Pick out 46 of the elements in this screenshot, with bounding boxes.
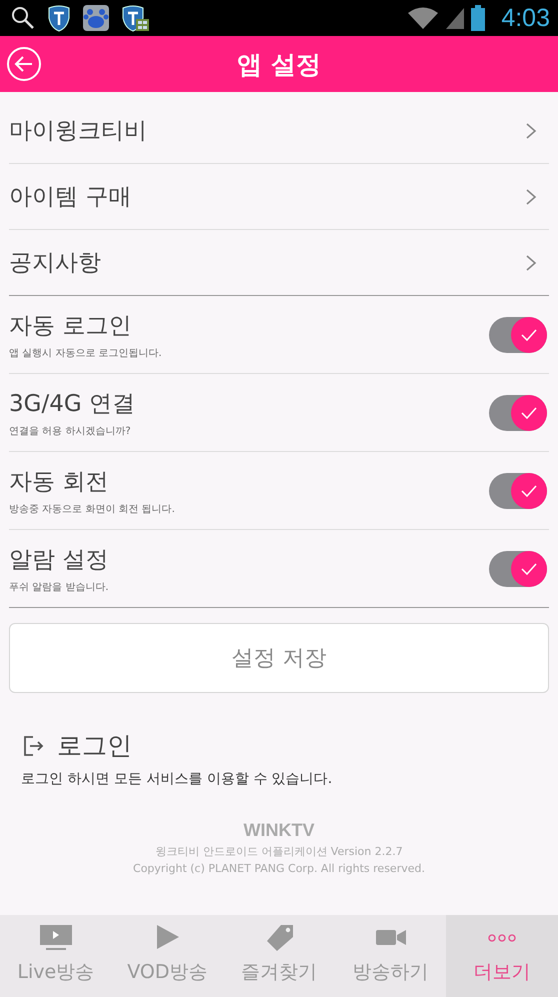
nav-tab[interactable]: Live방송 — [0, 915, 112, 997]
page-title: 앱 설정 — [236, 48, 322, 80]
nav-tab[interactable]: 방송하기 — [334, 915, 446, 997]
toggle-switch[interactable] — [489, 394, 547, 430]
brand-logo: WINKTV — [244, 820, 314, 841]
menu-item[interactable]: 공지사항 — [9, 230, 549, 295]
setting-description: 푸쉬 알람을 받습니다. — [9, 580, 109, 594]
setting-description: 앱 실행시 자동으로 로그인됩니다. — [9, 346, 162, 360]
setting-description: 연결을 허용 하시겠습니까? — [9, 424, 132, 438]
copyright-text: Copyright (c) PLANET PANG Corp. All rights reserved. — [133, 862, 425, 875]
check-icon — [520, 484, 538, 498]
save-button[interactable]: 설정 저장 — [9, 623, 549, 693]
check-icon — [520, 562, 538, 576]
check-icon — [520, 406, 538, 420]
chevron-right-icon — [525, 122, 537, 140]
version-text: 윙크티비 안드로이드 어플리케이션 Version 2.2.7 — [155, 844, 403, 859]
battery-icon — [471, 5, 486, 31]
setting-label: 자동 회전 — [9, 468, 110, 496]
setting-label: 자동 로그인 — [9, 312, 132, 340]
setting-label: 알람 설정 — [9, 546, 109, 574]
search-icon[interactable] — [10, 5, 36, 31]
nav-tab[interactable]: 더보기 — [446, 915, 558, 997]
more-dots-icon — [488, 934, 516, 942]
back-button[interactable] — [5, 45, 43, 83]
paw-icon[interactable] — [82, 4, 110, 32]
login-description: 로그인 하시면 모든 서비스를 이용할 수 있습니다. — [21, 770, 334, 788]
menu-item[interactable]: 아이템 구매 — [9, 164, 549, 230]
setting-description: 방송중 자동으로 화면이 회전 됩니다. — [9, 502, 175, 516]
signal-icon — [445, 6, 466, 30]
shield-icon[interactable] — [46, 4, 72, 32]
menu-item[interactable]: 마이윙크티비 — [9, 98, 549, 164]
setting-label: 3G/4G 연결 — [9, 390, 135, 418]
shield-grid-icon[interactable] — [120, 4, 150, 32]
nav-tab[interactable]: VOD방송 — [112, 915, 224, 997]
toggle-switch[interactable] — [489, 472, 547, 508]
login-icon — [21, 734, 45, 758]
tv-icon — [38, 923, 74, 953]
nav-tab[interactable]: 즐겨찾기 — [223, 915, 335, 997]
wifi-icon — [407, 6, 440, 30]
login-link[interactable]: 로그인 — [57, 729, 132, 762]
toggle-switch[interactable] — [489, 316, 547, 352]
toggle-switch[interactable] — [489, 550, 547, 586]
clock-time: 4:03 — [501, 4, 550, 32]
chevron-right-icon — [525, 188, 537, 206]
check-icon — [520, 328, 538, 342]
chevron-right-icon — [525, 254, 537, 272]
